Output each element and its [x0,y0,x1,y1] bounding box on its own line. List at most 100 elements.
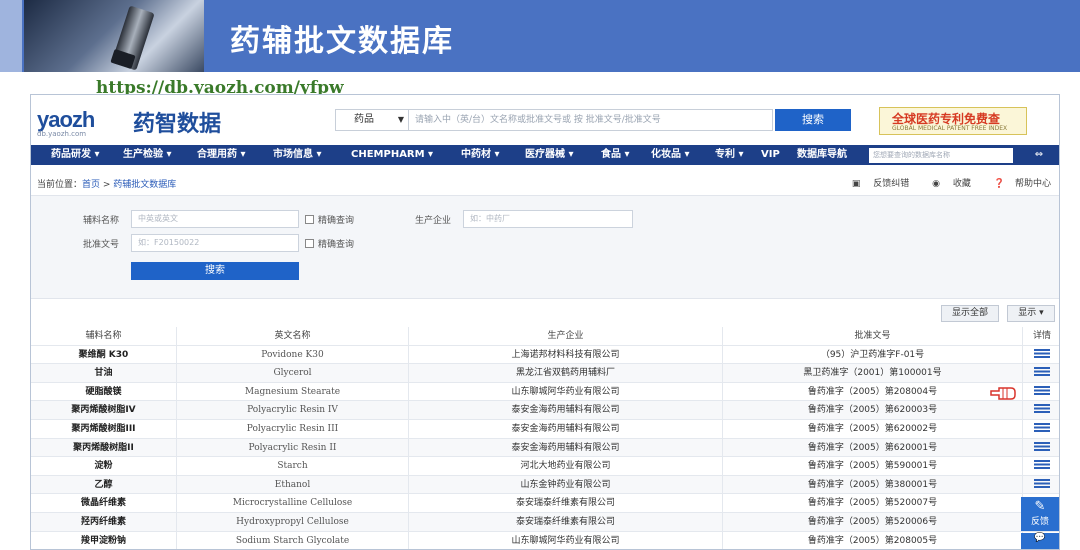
nav-item[interactable]: 医疗器械 ▾ [525,145,574,165]
breadcrumb-current[interactable]: 药辅批文数据库 [113,180,176,190]
table-cell: 山东聊城阿华药业有限公司 [409,531,723,549]
table-cell: 黑卫药准字（2001）第100001号 [723,364,1023,383]
category-select[interactable]: 药品 ▼ [335,109,409,131]
column-header[interactable]: 辅料名称 [31,327,177,345]
exact-match-label: 精确查询 [318,216,355,226]
nav-item[interactable]: 市场信息 ▾ [273,145,322,165]
nav-item[interactable]: 专利 ▾ [715,145,744,165]
table-cell: 泰安金海药用辅料有限公司 [409,420,723,438]
breadcrumb-prefix: 当前位置： [37,180,83,190]
table-row[interactable]: 羟丙纤维素 Hydroxypropyl Cellulose 泰安瑞泰纤维素有限公司鲁… [31,513,1059,532]
list-icon [1034,404,1050,414]
table-cell: Povidone K30 [177,345,409,364]
detail-link[interactable] [1023,439,1059,457]
show-all-button[interactable]: 显示全部 [941,305,999,322]
table-cell: 淀粉 [31,457,177,476]
nav-item[interactable]: 食品 ▾ [601,145,630,165]
excipient-name-label: 辅料名称 [83,216,120,226]
column-header[interactable]: 英文名称 [177,327,409,345]
table-cell: Hydroxypropyl Cellulose [177,513,409,531]
table-row[interactable]: 聚丙烯酸树脂II Polyacrylic Resin II 泰安金海药用辅料有限公司… [31,438,1059,458]
table-cell: 上海诺邦材料科技有限公司 [409,345,723,364]
eye-icon: ◉ [932,179,940,189]
approval-number-label: 批准文号 [83,240,120,250]
exact-approval-checkbox[interactable]: 精确查询 [305,237,354,250]
table-row[interactable]: 淀粉 Starch 河北大地药业有限公司 鲁药准字（2005）第590001号 [31,457,1059,476]
breadcrumb-separator: > [100,180,114,190]
favorite-link[interactable]: ◉ 收藏 [922,179,971,189]
website-screenshot: yaozh db.yaozh.com 药智数据 药品 ▼ 请输入中（英/台）文名… [30,94,1060,550]
table-cell: 山东金钟药业有限公司 [409,475,723,494]
table-cell: 羧甲淀粉钠 [31,531,177,549]
edit-icon: ✎ [1034,499,1046,514]
feedback-link-label: 反馈纠错 [873,179,910,189]
help-icon: ❓ [993,179,1005,189]
column-header[interactable]: 详情 [1023,327,1059,345]
table-row[interactable]: 羧甲淀粉钠 Sodium Starch Glycolate 山东聊城阿华药业有限公司… [31,531,1059,549]
detail-link[interactable] [1023,476,1059,494]
table-cell: 鲁药准字（2005）第208004号 [723,382,1023,401]
exact-match-checkbox[interactable]: 精确查询 [305,213,354,226]
table-row[interactable]: 聚丙烯酸树脂IV Polyacrylic Resin IV 泰安金海药用辅料有限公司… [31,401,1059,420]
detail-link[interactable] [1023,383,1059,401]
table-row[interactable]: 硬脂酸镁 Magnesium Stearate 山东聊城阿华药业有限公司 鲁药准字（2… [31,382,1059,402]
nav-item[interactable]: 合理用药 ▾ [197,145,246,165]
list-icon [1034,478,1050,488]
column-header[interactable]: 批准文号 [723,327,1023,345]
nav-item[interactable]: 药品研发 ▾ [51,145,100,165]
filter-search-button[interactable]: 搜索 [131,262,299,280]
slide-title: 药辅批文数据库 [230,24,454,59]
table-row[interactable]: 聚维酮 K30 Povidone K30 上海诺邦材料科技有限公司 （95）沪卫药准字… [31,345,1059,365]
site-search-button[interactable]: 搜索 [775,109,851,131]
column-header[interactable]: 生产企业 [409,327,723,345]
detail-link[interactable] [1023,364,1059,382]
edit-icon: ▣ [851,179,861,189]
detail-link[interactable] [1023,401,1059,419]
table-cell: 山东聊城阿华药业有限公司 [409,382,723,401]
show-columns-button[interactable]: 显示 ▾ [1007,305,1055,322]
main-nav: 药品研发 ▾ 生产检验 ▾ 合理用药 ▾ 市场信息 ▾ CHEMPHARM ▾ 中药材 ▾… [31,145,1059,165]
breadcrumb: 当前位置：首页 > 药辅批文数据库 [37,177,176,190]
table-row[interactable]: 甘油 Glycerol 黑龙江省双鹤药用辅料厂 黑卫药准字（2001）第100001号 [31,364,1059,383]
nav-item[interactable]: 化妆品 ▾ [651,145,690,165]
list-icon [1034,385,1050,395]
nav-item[interactable]: 数据库导航 [797,145,847,165]
table-cell: 微晶纤维素 [31,494,177,513]
table-cell: 鲁药准字（2005）第620003号 [723,401,1023,420]
site-search-input[interactable]: 请输入中（英/台）文名称或批准文号或 按 批准文号/批准文号 [409,109,773,131]
logo-latin: yaozh [37,107,95,132]
table-cell: 聚维酮 K30 [31,345,177,364]
feedback-link[interactable]: ▣ 反馈纠错 [842,179,909,189]
table-cell: 羟丙纤维素 [31,513,177,531]
table-cell: Polyacrylic Resin III [177,420,409,438]
logo-chinese[interactable]: 药智数据 [133,106,221,138]
table-cell: 鲁药准字（2005）第208005号 [723,531,1023,549]
breadcrumb-home-link[interactable]: 首页 [82,180,100,190]
help-link[interactable]: ❓ 帮助中心 [984,179,1051,189]
table-row[interactable]: 微晶纤维素 Microcrystalline Cellulose 泰安瑞泰纤维素有限… [31,494,1059,513]
feedback-widget[interactable]: ✎ 反馈 [1021,497,1059,531]
patent-promo-banner[interactable]: 全球医药专利免费查 GLOBAL MEDICAL PATENT FREE IND… [879,107,1027,135]
detail-link[interactable] [1023,420,1059,438]
approval-number-input[interactable]: 如：F20150022 [131,234,299,252]
database-nav-search-input[interactable]: 您想要查询的数据库名称 [869,148,1013,163]
nav-item[interactable]: CHEMPHARM ▾ [351,145,433,165]
detail-link[interactable] [1023,457,1059,475]
site-topbar: yaozh db.yaozh.com 药智数据 药品 ▼ 请输入中（英/台）文名… [31,95,1059,145]
table-cell: 河北大地药业有限公司 [409,457,723,476]
excipient-name-input[interactable]: 中英或英文 [131,210,299,228]
table-row[interactable]: 聚丙烯酸树脂III Polyacrylic Resin III 泰安金海药用辅料有限… [31,420,1059,439]
detail-link[interactable] [1023,346,1059,364]
nav-item[interactable]: 中药材 ▾ [461,145,500,165]
table-cell: Polyacrylic Resin II [177,438,409,457]
chat-widget[interactable]: 💬 [1021,533,1059,549]
company-input[interactable]: 如：中药厂 [463,210,633,228]
switch-icon[interactable]: ⇔ [1021,145,1057,165]
nav-item[interactable]: VIP [761,145,780,165]
exact-approval-label: 精确查询 [318,240,355,250]
table-row[interactable]: 乙醇 Ethanol 山东金钟药业有限公司 鲁药准字（2005）第380001号 [31,475,1059,495]
table-cell: 鲁药准字（2005）第520006号 [723,513,1023,531]
table-cell: Starch [177,457,409,476]
table-cell: 鲁药准字（2005）第620001号 [723,438,1023,457]
nav-item[interactable]: 生产检验 ▾ [123,145,172,165]
